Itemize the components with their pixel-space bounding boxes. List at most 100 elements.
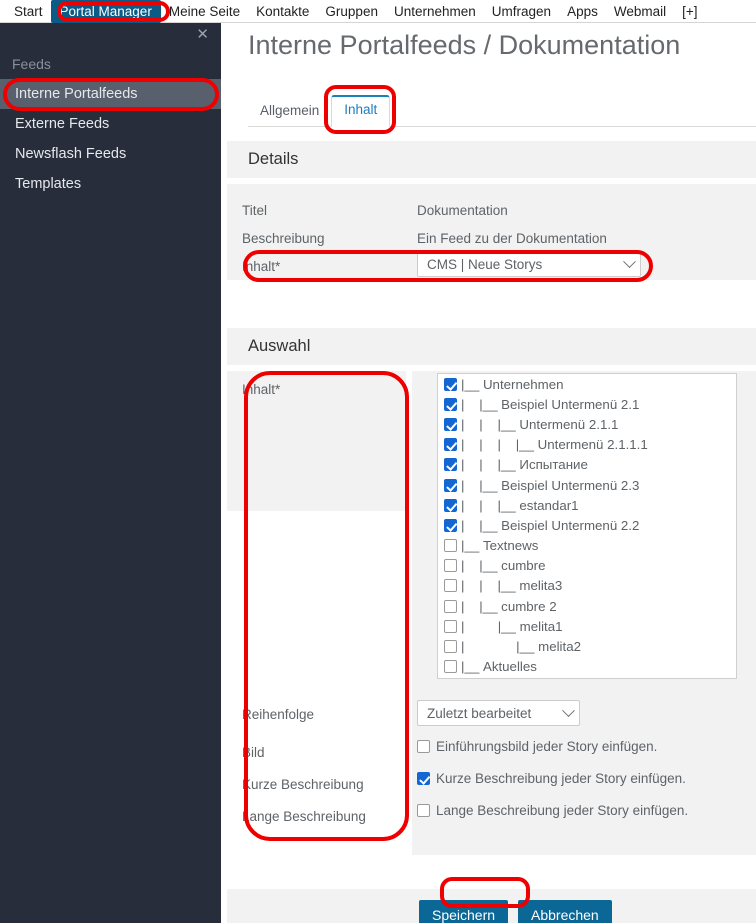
tree-row[interactable]: | | | |__ Untermenü 2.1.1.1 (438, 435, 736, 455)
close-icon[interactable]: ✕ (196, 27, 209, 42)
tree-item-label: Испытание (519, 457, 588, 473)
save-button[interactable]: Speichern (419, 900, 509, 923)
tab-allgemein[interactable]: Allgemein (248, 97, 331, 127)
checkbox-icon[interactable] (444, 417, 457, 431)
cancel-button[interactable]: Abbrechen (518, 900, 612, 923)
tree-row[interactable]: | | |__ melita3 (438, 576, 736, 596)
story-option-row[interactable]: Lange Beschreibung jeder Story einfügen. (417, 803, 688, 818)
chevron-down-icon (562, 703, 575, 717)
kurze-beschreibung-label: Kurze Beschreibung (242, 777, 364, 792)
tree-row[interactable]: | | |__ Испытание (438, 455, 736, 475)
sidebar-item-newsflash-feeds[interactable]: Newsflash Feeds (0, 139, 221, 169)
story-option-row[interactable]: Einführungsbild jeder Story einfügen. (417, 739, 657, 754)
checkbox-icon[interactable] (444, 478, 457, 492)
tree-item-label: Textnews (482, 538, 539, 554)
tree-row[interactable]: | | |__ Untermenü 2.1.1 (438, 414, 736, 434)
checkbox-icon[interactable] (444, 539, 457, 553)
checkbox-icon[interactable] (444, 559, 457, 573)
sidebar-item-label: Interne Portalfeeds (15, 86, 138, 102)
tree-indent: | |__ (461, 639, 539, 655)
checkbox-icon[interactable] (444, 438, 457, 452)
nav-item-unternehmen[interactable]: Unternehmen (386, 1, 484, 22)
sidebar-item-label: Externe Feeds (15, 116, 110, 132)
story-option-row[interactable]: Kurze Beschreibung jeder Story einfügen. (417, 771, 686, 786)
tree-item-label: melita3 (519, 578, 563, 594)
nav-item-gruppen[interactable]: Gruppen (317, 1, 386, 22)
checkbox-icon[interactable] (417, 740, 430, 753)
tree-item-label: Untermenü 2.1.1 (519, 416, 619, 432)
inhalt-select[interactable]: CMS | Neue Storys (417, 251, 641, 277)
tree-row[interactable]: |__ Unternehmen (438, 374, 736, 394)
chevron-down-icon (623, 254, 636, 268)
checkbox-icon[interactable] (444, 498, 457, 512)
beschreibung-label: Beschreibung (242, 231, 325, 246)
checkbox-icon[interactable] (444, 660, 457, 674)
reihenfolge-select-value: Zuletzt bearbeitet (427, 705, 532, 721)
tree-item-label: melita1 (519, 618, 563, 634)
nav-item-portal-manager[interactable]: Portal Manager (50, 0, 161, 23)
page-title: Interne Portalfeeds / Dokumentation (248, 30, 681, 60)
sidebar-item-label: Newsflash Feeds (15, 146, 127, 162)
auswahl-inhalt-label: Inhalt* (242, 382, 281, 397)
checkbox-icon[interactable] (444, 377, 457, 391)
nav-item-[interactable]: [+] (674, 1, 705, 22)
nav-item-apps[interactable]: Apps (559, 1, 606, 22)
sidebar-item-label: Templates (15, 176, 82, 192)
bild-label: Bild (242, 745, 265, 760)
tree-indent: | | |__ (461, 416, 520, 432)
sidebar: ✕ Feeds Interne Portalfeeds Externe Feeds… (0, 23, 221, 923)
checkbox-icon[interactable] (417, 772, 430, 785)
story-option-label: Kurze Beschreibung jeder Story einfügen. (436, 771, 686, 786)
checkbox-icon[interactable] (444, 579, 457, 593)
titel-label: Titel (242, 203, 268, 218)
tree-item-label: melita2 (538, 639, 581, 655)
tree-row[interactable]: |__ Textnews (438, 536, 736, 556)
tab-inhalt[interactable]: Inhalt (331, 95, 391, 127)
tree-indent: | | |__ (461, 457, 520, 473)
tree-item-label: cumbre 2 (501, 598, 557, 614)
checkbox-icon[interactable] (444, 518, 457, 532)
tree-row[interactable]: | |__ cumbre (438, 556, 736, 576)
tree-row[interactable]: | |__ Beispiel Untermenü 2.3 (438, 475, 736, 495)
nav-item-start[interactable]: Start (6, 1, 51, 22)
checkbox-icon[interactable] (444, 599, 457, 613)
nav-item-umfragen[interactable]: Umfragen (484, 1, 559, 22)
reihenfolge-select[interactable]: Zuletzt bearbeitet (417, 700, 580, 726)
nav-item-webmail[interactable]: Webmail (606, 1, 674, 22)
tree-row[interactable]: | |__ melita1 (438, 616, 736, 636)
sidebar-menu: Interne Portalfeeds Externe Feeds Newsflas… (0, 79, 221, 199)
tree-row[interactable]: |__ Aktuelles (438, 657, 736, 677)
top-navigation-bar: Start Portal Manager Meine Seite Kontakte Gr… (0, 0, 756, 23)
tree-indent: |__ (461, 538, 483, 554)
checkbox-icon[interactable] (444, 397, 457, 411)
tree-row[interactable]: | |__ Beispiel Untermenü 2.2 (438, 515, 736, 535)
tree-indent: |__ (461, 376, 483, 392)
tab-bar: Allgemein Inhalt (248, 95, 756, 127)
tree-item-label: Beispiel Untermenü 2.1 (501, 396, 640, 412)
tree-indent: | |__ (461, 477, 502, 493)
checkbox-icon[interactable] (417, 804, 430, 817)
tree-row[interactable]: | | |__ estandar1 (438, 495, 736, 515)
sidebar-item-externe-feeds[interactable]: Externe Feeds (0, 109, 221, 139)
checkbox-icon[interactable] (444, 619, 457, 633)
tree-indent: | |__ (461, 558, 502, 574)
reihenfolge-label: Reihenfolge (242, 707, 315, 722)
details-inhalt-label: Inhalt* (242, 259, 281, 274)
tree-row[interactable]: | |__ cumbre 2 (438, 596, 736, 616)
tree-row[interactable]: | |__ Beispiel Untermenü 2.1 (438, 394, 736, 414)
sidebar-heading: Feeds (12, 56, 51, 72)
sidebar-item-templates[interactable]: Templates (0, 169, 221, 199)
tree-item-label: Untermenü 2.1.1.1 (537, 437, 648, 453)
sidebar-item-interne-portalfeeds[interactable]: Interne Portalfeeds (0, 79, 221, 109)
checkbox-icon[interactable] (444, 458, 457, 472)
tree-row[interactable]: | |__ melita2 (438, 636, 736, 656)
tree-item-label: Beispiel Untermenü 2.3 (501, 477, 640, 493)
tree-indent: | | |__ (461, 578, 520, 594)
content-tree-list[interactable]: |__ Unternehmen | |__ Beispiel Untermenü … (437, 373, 737, 679)
nav-item-meine-seite[interactable]: Meine Seite (161, 1, 248, 22)
nav-item-kontakte[interactable]: Kontakte (248, 1, 317, 22)
tree-indent: | | | |__ (461, 437, 538, 453)
tree-indent: | |__ (461, 618, 520, 634)
checkbox-icon[interactable] (444, 640, 457, 654)
auswahl-section-header: Auswahl (227, 328, 756, 365)
